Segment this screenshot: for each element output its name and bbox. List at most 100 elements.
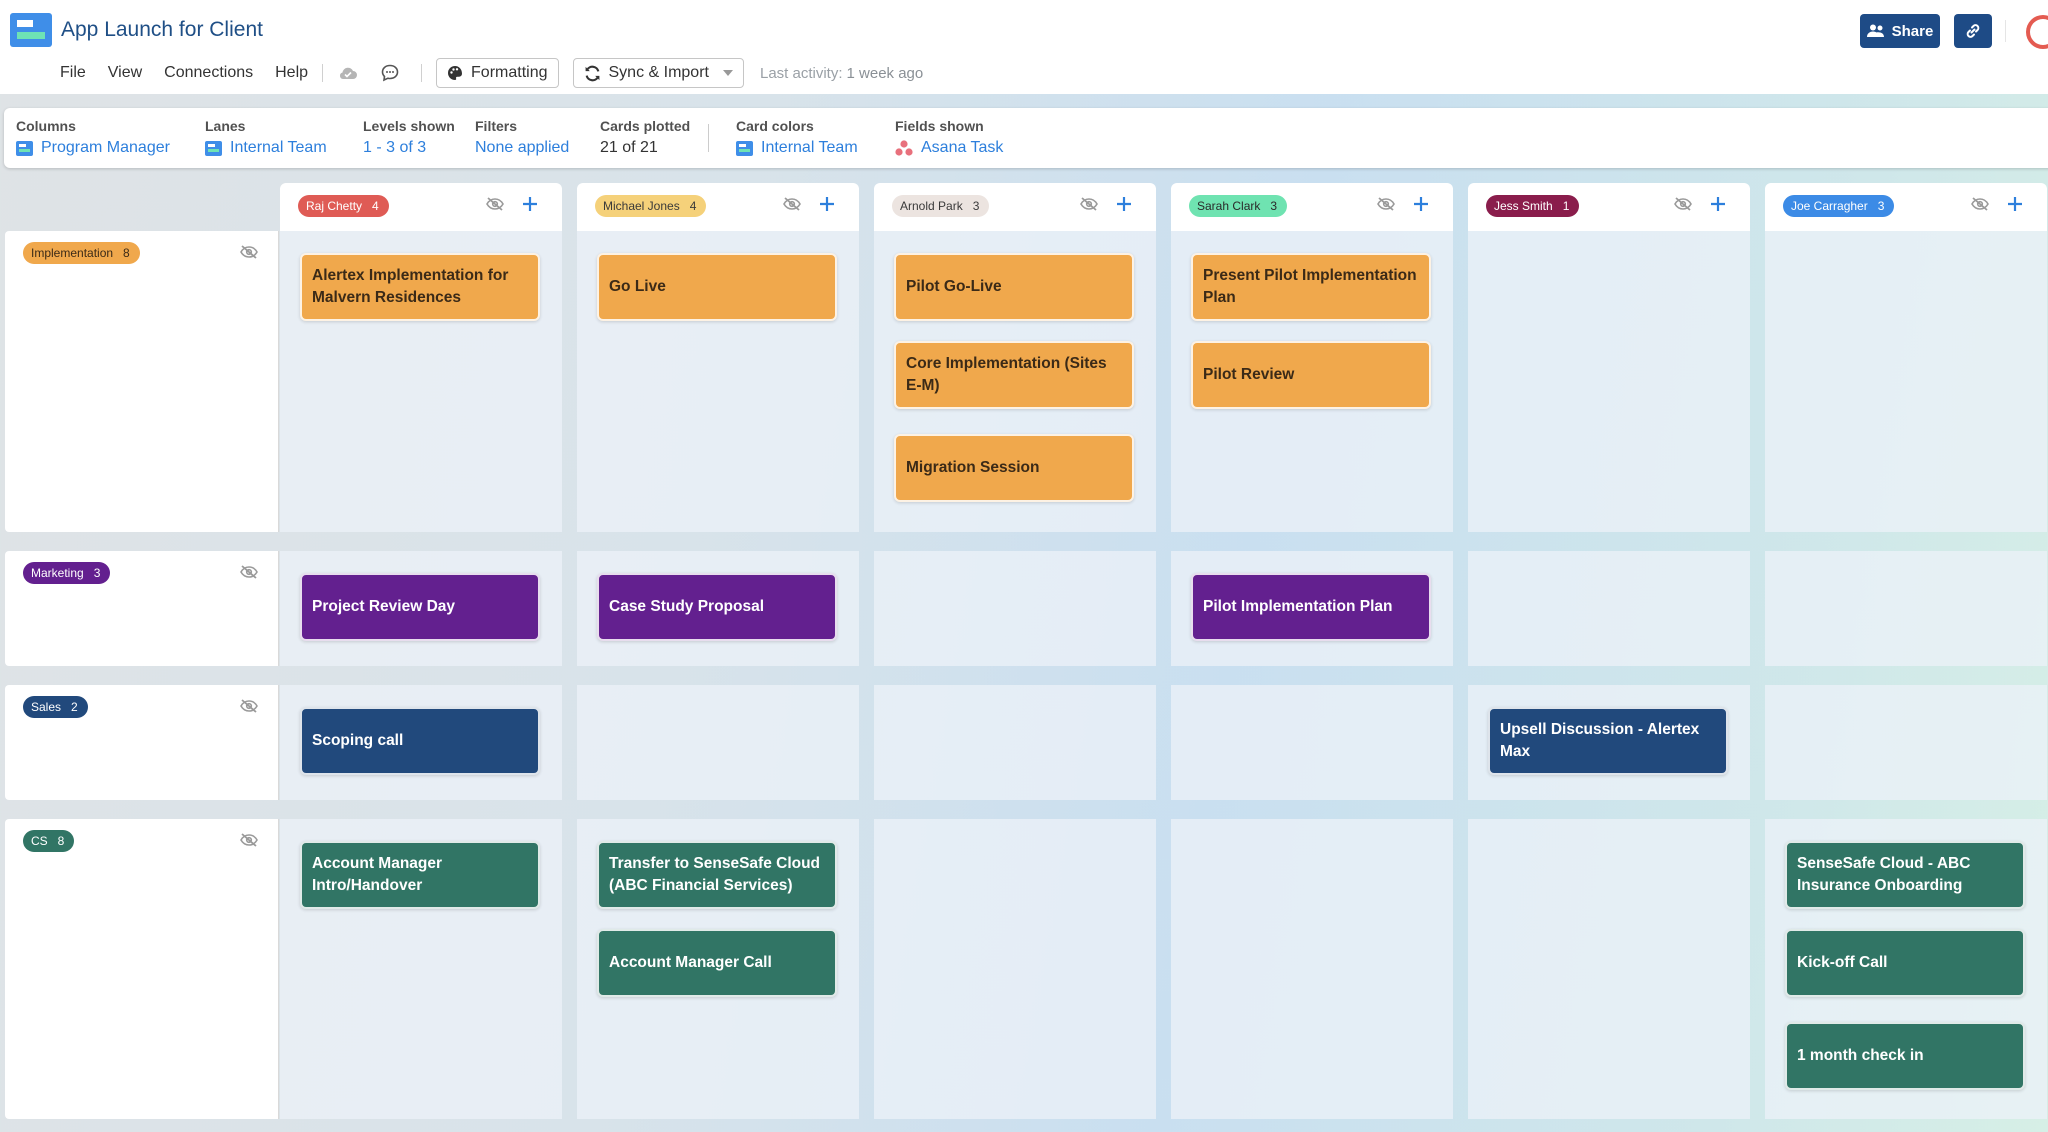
levels-value[interactable]: 1 - 3 of 3: [363, 139, 455, 157]
lane-tag[interactable]: Implementation 8: [23, 242, 140, 264]
setting-columns[interactable]: Columns Program Manager: [16, 118, 170, 157]
task-card[interactable]: Account Manager Intro/Handover: [300, 841, 540, 909]
task-card[interactable]: Project Review Day: [300, 573, 540, 641]
hide-column-icon[interactable]: [1674, 197, 1692, 216]
card-title: Alertex Implementation for Malvern Resid…: [312, 267, 509, 306]
lanes-value[interactable]: Internal Team: [230, 139, 327, 157]
task-card[interactable]: Pilot Implementation Plan: [1191, 573, 1431, 641]
task-card[interactable]: Scoping call: [300, 707, 540, 775]
hide-column-icon[interactable]: [1080, 197, 1098, 216]
link-icon: [1966, 24, 1980, 38]
column-tag[interactable]: Joe Carragher 3: [1783, 195, 1895, 217]
task-card[interactable]: Account Manager Call: [597, 929, 837, 997]
card-title: Project Review Day: [312, 598, 456, 615]
board-source-icon: [205, 140, 222, 156]
setting-filters[interactable]: Filters None applied: [475, 118, 569, 157]
loading-spinner-icon: [2026, 15, 2048, 49]
column-tag[interactable]: Michael Jones 4: [595, 195, 707, 217]
setting-card-colors[interactable]: Card colors Internal Team: [736, 118, 858, 157]
board-cell: Upsell Discussion - Alertex Max: [1468, 685, 1750, 800]
hide-lane-icon[interactable]: [240, 565, 258, 584]
chevron-down-icon: [722, 70, 733, 76]
card-title: Migration Session: [906, 459, 1040, 476]
users-icon: [1866, 24, 1884, 37]
add-card-icon[interactable]: [1413, 196, 1429, 217]
sync-import-dropdown[interactable]: Sync & Import: [572, 58, 744, 88]
hide-lane-icon[interactable]: [240, 699, 258, 718]
hide-column-icon[interactable]: [1377, 197, 1395, 216]
task-card[interactable]: 1 month check in: [1785, 1022, 2025, 1090]
column-tag[interactable]: Raj Chetty 4: [298, 195, 389, 217]
card-title: Core Implementation (Sites E-M): [906, 355, 1107, 394]
column-tag[interactable]: Arnold Park 3: [892, 195, 990, 217]
card-title: Pilot Go-Live: [906, 278, 1002, 295]
task-card[interactable]: Present Pilot Implementation Plan: [1191, 253, 1431, 321]
column-tag-label: Michael Jones: [603, 199, 680, 213]
column-header: Raj Chetty 4: [280, 183, 562, 231]
card-title: Scoping call: [312, 732, 404, 749]
hide-lane-icon[interactable]: [240, 245, 258, 264]
setting-fields-shown[interactable]: Fields shown Asana Task: [895, 118, 1003, 157]
menu-connections[interactable]: Connections: [164, 64, 253, 82]
comment-icon[interactable]: [379, 62, 401, 84]
task-card[interactable]: Pilot Review: [1191, 341, 1431, 409]
add-card-icon[interactable]: [819, 196, 835, 217]
board-title[interactable]: App Launch for Client: [61, 18, 263, 42]
lane-tag[interactable]: Sales 2: [23, 696, 88, 718]
column-header: Sarah Clark 3: [1171, 183, 1453, 231]
board-cell: [874, 819, 1156, 1119]
board-cell: [1765, 231, 2047, 532]
hide-column-icon[interactable]: [783, 197, 801, 216]
task-card[interactable]: Pilot Go-Live: [894, 253, 1134, 321]
lane-tag-label: Sales: [31, 700, 62, 714]
add-card-icon[interactable]: [522, 196, 538, 217]
add-card-icon[interactable]: [2007, 196, 2023, 217]
column-tag[interactable]: Jess Smith 1: [1486, 195, 1580, 217]
task-card[interactable]: Case Study Proposal: [597, 573, 837, 641]
menu-view[interactable]: View: [108, 64, 142, 82]
task-card[interactable]: Upsell Discussion - Alertex Max: [1488, 707, 1728, 775]
task-card[interactable]: Kick-off Call: [1785, 929, 2025, 997]
task-card[interactable]: Core Implementation (Sites E-M): [894, 341, 1134, 409]
hide-column-icon[interactable]: [486, 197, 504, 216]
filters-value[interactable]: None applied: [475, 139, 569, 157]
task-card[interactable]: Migration Session: [894, 434, 1134, 502]
copy-link-button[interactable]: [1954, 14, 1992, 48]
add-card-icon[interactable]: [1710, 196, 1726, 217]
share-button[interactable]: Share: [1860, 14, 1940, 48]
task-card[interactable]: SenseSafe Cloud - ABC Insurance Onboardi…: [1785, 841, 2025, 909]
fields-shown-value[interactable]: Asana Task: [921, 139, 1003, 157]
cloud-check-icon[interactable]: [337, 62, 359, 84]
board-cell: [577, 685, 859, 800]
task-card[interactable]: Go Live: [597, 253, 837, 321]
hide-column-icon[interactable]: [1971, 197, 1989, 216]
column-tag-label: Jess Smith: [1494, 199, 1553, 213]
menu-divider: [322, 64, 324, 82]
lane-tag-label: Implementation: [31, 246, 114, 260]
menu-help[interactable]: Help: [275, 64, 308, 82]
lane-tag-count: 8: [123, 246, 130, 260]
task-card[interactable]: Alertex Implementation for Malvern Resid…: [300, 253, 540, 321]
cards-plotted-value: 21 of 21: [600, 139, 658, 156]
setting-levels-shown[interactable]: Levels shown 1 - 3 of 3: [363, 118, 455, 157]
column-tag-count: 4: [372, 199, 379, 213]
columns-value[interactable]: Program Manager: [41, 139, 170, 157]
column-tag-label: Arnold Park: [900, 199, 963, 213]
formatting-button[interactable]: Formatting: [436, 58, 559, 88]
task-card[interactable]: Transfer to SenseSafe Cloud (ABC Financi…: [597, 841, 837, 909]
column-tag-label: Joe Carragher: [1791, 199, 1868, 213]
card-title: Upsell Discussion - Alertex Max: [1500, 721, 1700, 760]
lane-tag[interactable]: Marketing 3: [23, 562, 111, 584]
board-cell: Transfer to SenseSafe Cloud (ABC Financi…: [577, 819, 859, 1119]
card-colors-value[interactable]: Internal Team: [761, 139, 858, 157]
column-tag-count: 3: [1877, 199, 1885, 213]
column-tag-count: 1: [1562, 199, 1570, 213]
last-activity: Last activity: 1 week ago: [759, 64, 924, 82]
hide-lane-icon[interactable]: [240, 833, 258, 852]
add-card-icon[interactable]: [1116, 196, 1132, 217]
menu-file[interactable]: File: [60, 64, 86, 82]
board-cell: Pilot Go-Live Core Implementation (Sites …: [874, 231, 1156, 532]
lane-tag[interactable]: CS 8: [23, 830, 75, 852]
column-tag[interactable]: Sarah Clark 3: [1189, 195, 1288, 217]
setting-lanes[interactable]: Lanes Internal Team: [205, 118, 327, 157]
